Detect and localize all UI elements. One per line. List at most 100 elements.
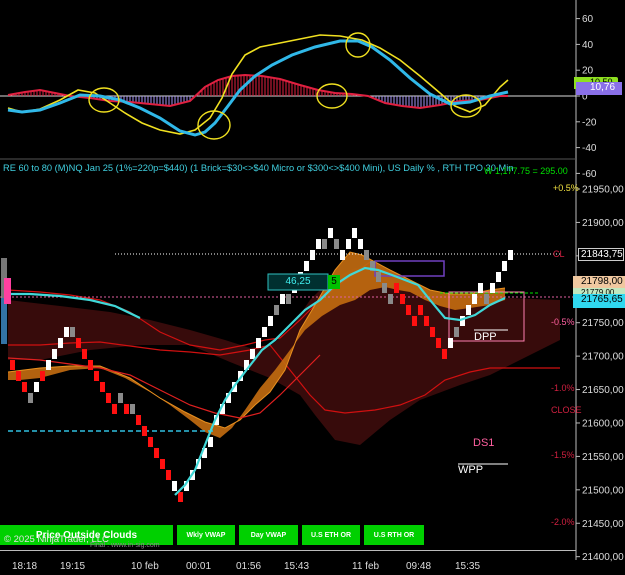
renko-brick: [430, 327, 435, 337]
renko-brick: [400, 294, 405, 304]
renko-brick: [334, 239, 339, 249]
osc-tick-label: -20: [582, 117, 597, 128]
renko-brick: [406, 305, 411, 315]
renko-brick: [124, 404, 129, 414]
renko-brick: [454, 327, 459, 337]
price-panel: [0, 228, 576, 502]
osc-fast-line: [7, 34, 509, 135]
price-tick-label: 21550,00: [582, 452, 624, 463]
price-tick-label: 21450,00: [582, 519, 624, 530]
osc-badge-blue: 10,76: [576, 82, 622, 95]
renko-brick: [310, 250, 315, 260]
renko-brick: [52, 349, 57, 359]
renko-brick: [322, 239, 327, 249]
renko-brick: [286, 294, 291, 304]
renko-brick: [148, 437, 153, 447]
renko-brick: [46, 360, 51, 370]
renko-brick: [496, 272, 501, 282]
level-cyan-badge: 21765,65: [573, 294, 625, 308]
pct-label-minus15: -1.5%: [551, 450, 575, 460]
price-axis-ticks: 21950,0021900,0021850,0021800,0021750,00…: [576, 185, 624, 563]
time-label: 19:15: [60, 561, 86, 572]
renko-brick: [472, 294, 477, 304]
wpp-label: WPP: [458, 464, 484, 476]
renko-brick: [22, 382, 27, 392]
renko-brick: [130, 404, 135, 414]
ds1-label: DS1: [473, 437, 495, 449]
renko-brick: [418, 305, 423, 315]
renko-brick: [40, 371, 45, 381]
time-axis-line: [0, 550, 576, 551]
time-label: 18:18: [12, 561, 38, 572]
renko-brick: [448, 338, 453, 348]
renko-brick: [88, 360, 93, 370]
renko-brick: [178, 492, 183, 502]
renko-brick: [508, 250, 513, 260]
time-label: 15:43: [284, 561, 310, 572]
renko-brick: [64, 327, 69, 337]
renko-brick: [490, 283, 495, 293]
chart-canvas[interactable]: 806040200-20-40-60 21950,0021900,0021850…: [0, 0, 625, 575]
last-price-badge: 21843,75: [578, 248, 624, 261]
osc-tick-label: 40: [582, 40, 594, 51]
wkly-vwap-button[interactable]: Wkly VWAP: [177, 525, 235, 545]
renko-brick: [160, 459, 165, 469]
renko-brick: [424, 316, 429, 326]
day-vwap-button[interactable]: Day VWAP: [239, 525, 298, 545]
footer-faint-text: Final : www.in-sig.com: [90, 542, 160, 549]
osc-tick-label: 60: [582, 14, 594, 25]
renko-brick: [442, 349, 447, 359]
pct-label-close-short: CL: [553, 249, 565, 259]
price-tick-label: 21750,00: [582, 318, 624, 329]
renko-brick: [388, 294, 393, 304]
renko-brick: [358, 239, 363, 249]
header-overlay-value: W 1,177.75 = 295.00: [484, 166, 568, 176]
price-tick-label: 21950,00: [582, 185, 624, 196]
renko-brick: [82, 349, 87, 359]
osc-tick-label: -40: [582, 143, 597, 154]
price-tick-label: 21500,00: [582, 485, 624, 496]
price-tick-label: 21400,00: [582, 552, 624, 563]
brick-value-label: 46,25: [285, 276, 311, 287]
renko-brick: [274, 305, 279, 315]
renko-brick: [328, 228, 333, 238]
us-eth-or-button[interactable]: U.S ETH OR: [302, 525, 360, 545]
renko-brick: [70, 327, 75, 337]
renko-brick: [76, 338, 81, 348]
renko-brick: [340, 250, 345, 260]
price-tick-label: 21900,00: [582, 218, 624, 229]
brick-count-label: 5: [331, 276, 337, 287]
renko-brick: [376, 272, 381, 282]
time-label: 01:56: [236, 561, 262, 572]
renko-brick: [10, 360, 15, 370]
time-label: 00:01: [186, 561, 212, 572]
renko-brick: [94, 371, 99, 381]
renko-brick: [166, 470, 171, 480]
renko-brick: [466, 305, 471, 315]
price-tick-label: 21600,00: [582, 418, 624, 429]
renko-brick: [268, 316, 273, 326]
renko-brick: [436, 338, 441, 348]
renko-brick: [28, 393, 33, 403]
us-rth-or-button[interactable]: U.S RTH OR: [364, 525, 424, 545]
time-label: 11 feb: [352, 561, 380, 572]
osc-tick-label: 20: [582, 66, 594, 77]
renko-brick: [280, 294, 285, 304]
time-label: 09:48: [406, 561, 432, 572]
pct-label-minus2: -2.0%: [551, 517, 575, 527]
renko-brick: [412, 316, 417, 326]
renko-brick: [112, 404, 117, 414]
renko-brick: [394, 283, 399, 293]
time-label: 10 feb: [131, 561, 159, 572]
renko-brick: [250, 349, 255, 359]
renko-brick: [484, 294, 489, 304]
renko-brick: [364, 250, 369, 260]
renko-brick: [382, 283, 387, 293]
price-tick-label: 21700,00: [582, 352, 624, 363]
renko-brick: [142, 426, 147, 436]
renko-brick: [118, 393, 123, 403]
oscillator-panel: 806040200-20-40-60: [0, 14, 597, 180]
edge-bar-blue: [1, 298, 7, 344]
osc-tick-label: -60: [582, 169, 597, 180]
pct-label-minus1: -1.0%: [551, 383, 575, 393]
